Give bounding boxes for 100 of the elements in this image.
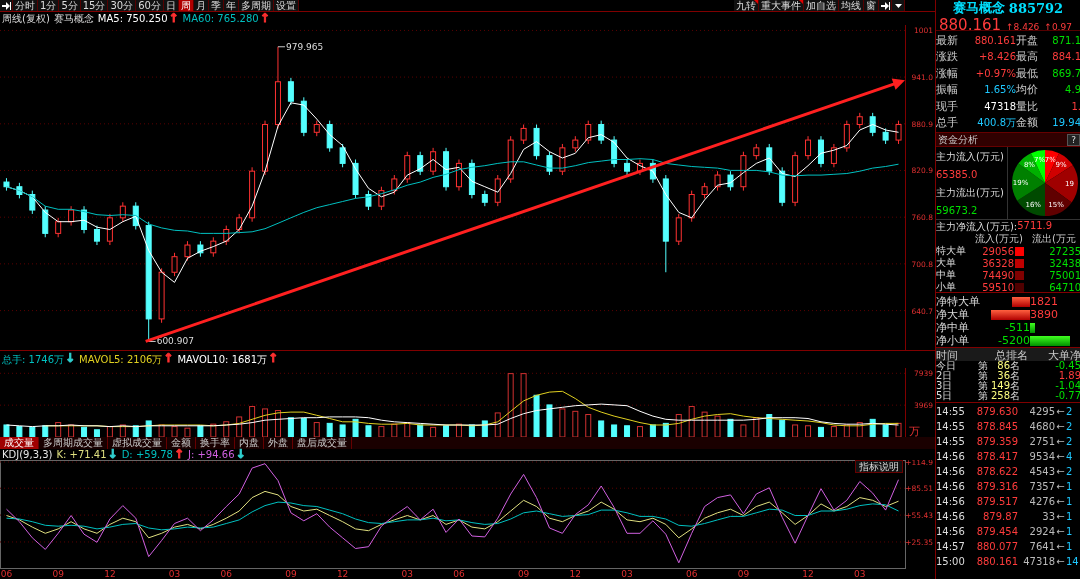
candlestick [869,112,876,137]
period-tab[interactable]: 年 [223,0,239,11]
candlestick [404,151,411,184]
table-cell-text: 1 [1066,526,1074,537]
period-tab[interactable]: 5分 [59,0,81,11]
candlestick [3,177,10,192]
table-cell-text: 4543 [1028,466,1055,477]
toolbar-button[interactable]: 加自选 [804,0,839,11]
period-tab[interactable]: 周 [178,0,194,11]
stat-label: 总手 [936,115,959,131]
collapse-icon[interactable] [0,0,13,11]
period-tab[interactable]: 1分 [38,0,60,11]
candlestick [68,205,75,227]
table-cell-text: 4295 [1028,406,1055,417]
candlestick [287,77,294,106]
candlestick [740,151,747,192]
leader-line [277,46,286,48]
row-label: 小单 [936,280,957,294]
candlestick [249,166,256,223]
period-tab[interactable]: 分时 [13,0,38,11]
table-cell: 14 [1066,556,1080,567]
direction-arrow: ← [1055,421,1066,432]
table-cell-text: 879.630 [975,406,1019,417]
stat-label: 开盘 [1016,32,1039,48]
table-cell-text: 2924 [1028,526,1055,537]
table-cell-text: 258 [989,391,1010,401]
row-label: 净特大单 [936,294,980,309]
candlestick [636,159,643,176]
candlestick [236,213,243,234]
candlestick [856,112,863,129]
candlestick [223,225,230,246]
toolbar-button[interactable]: 均线 [839,0,864,11]
table-cell-text: 879.454 [975,526,1019,537]
row-label: 净中单 [936,320,970,335]
stat-label: 最新 [936,32,959,48]
stat-value: +0.97% [974,67,1016,79]
candlestick [210,236,217,258]
help-button[interactable]: ? [1067,133,1080,146]
indicator-value: K: +71.41 [56,449,107,460]
help-button[interactable]: 指标说明 [855,460,903,473]
dropdown-icon[interactable] [892,0,905,11]
table-cell-text: 4 [1066,451,1074,462]
candlestick [378,186,385,211]
candlestick [533,124,540,160]
table-cell: 47318 [1022,556,1055,567]
trend-arrow-icon: ↑ [168,13,179,24]
price-label: 979.965 [285,41,324,52]
period-tab[interactable]: 日 [163,0,179,11]
table-cell: 74490 [982,269,1014,281]
indicator-value: MA5: 750.250 [97,13,168,24]
trend-arrow-icon: ↓ [107,449,118,460]
candlestick [326,120,333,153]
candlestick [494,174,501,207]
axis-label: 03 [621,569,633,579]
candlestick [572,135,579,153]
flow-value: 65385.0 [936,169,979,181]
period-tab[interactable]: 季 [208,0,224,11]
period-tab[interactable]: 15分 [80,0,109,11]
table-cell-text: -1.04 [1054,381,1080,391]
table-cell-text: 14:57 [936,541,966,552]
collapse-icon[interactable] [879,0,892,11]
candlestick [106,213,113,246]
table-cell-text: 36 [996,371,1010,381]
candlestick [42,205,49,238]
period-tab[interactable]: 月 [193,0,209,11]
period-tab[interactable]: 设置 [273,0,299,11]
table-cell-text: 27235 [1048,245,1080,257]
table-cell-text: 1 [1066,511,1074,522]
table-cell-text: 今日 [936,361,956,371]
column-header: 时间 [936,348,959,362]
table-cell-text: 14:55 [936,436,966,447]
stat-value: 47318 [983,100,1016,112]
candlestick [119,201,126,223]
table-cell-text: 878.845 [975,421,1019,432]
trend-arrow-icon: ↓ [235,449,246,460]
flow-label: 主力流出(万元) [936,185,1005,200]
table-cell-text: 878.417 [975,451,1019,462]
axis-label: 09 [517,569,530,579]
column-header: 流入(万元) [974,232,1024,246]
indicator-value: 总手: 1746万 [2,352,64,367]
table-cell-text: 第 [977,361,988,371]
period-tab[interactable]: 30分 [108,0,137,11]
table-cell-text: 7357 [1028,481,1055,492]
table-cell-text: 2751 [1028,436,1055,447]
table-cell-text: 2日 [936,371,954,381]
net-flow-value: -5200 [998,334,1030,347]
stat-value: 880.161 [973,34,1016,46]
period-tab[interactable]: 多周期 [238,0,274,11]
candlestick [830,143,837,168]
candlestick [468,159,475,199]
table-cell-text: 14:56 [936,511,966,522]
candlestick [766,143,773,176]
flow-label: 主力流入(万元) [936,149,1005,164]
indicator-tab[interactable]: 成交量 [0,437,39,449]
direction-arrow: ← [1055,496,1066,507]
candlestick [843,120,850,153]
indicator-name: KDJ(9,3,3) [2,449,53,460]
period-tab[interactable]: 60分 [136,0,164,11]
table-cell-text: -0.77 [1054,391,1080,401]
table-cell-text: 878.622 [975,466,1019,477]
